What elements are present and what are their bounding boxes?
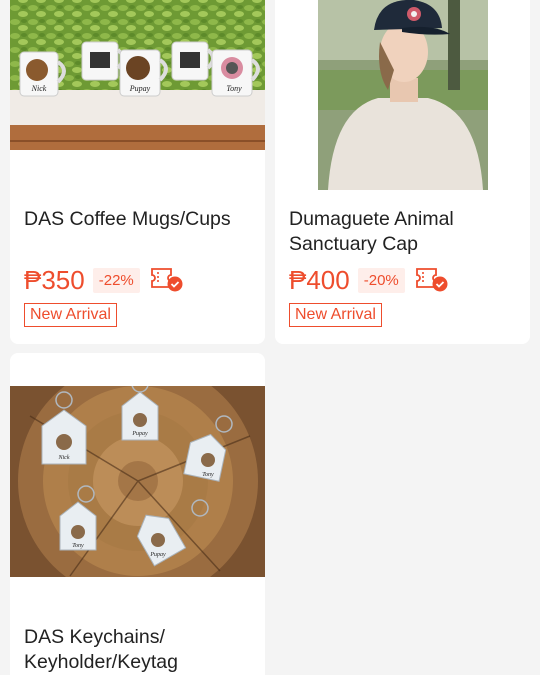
product-title-line-2: Sanctuary Cap <box>289 233 418 255</box>
new-arrival-badge: New Arrival <box>289 303 382 327</box>
product-title: DAS Coffee Mugs/Cups <box>24 208 231 230</box>
product-card-cap[interactable]: Dumaguete Animal Sanctuary Cap ₱400 -20%… <box>275 0 530 344</box>
keytag-name-5: Pupay <box>149 552 166 558</box>
product-title-line-2: Keyholder/Keytag <box>24 651 178 673</box>
keytag-name-1: Nick <box>58 455 70 461</box>
product-card-keychains[interactable]: Nick Pupay Tony Tony Pupay DAS Keychains… <box>10 353 265 675</box>
product-title: DAS Keychains/ Keyholder/Keytag <box>24 625 255 675</box>
price-row: ₱350 -22% <box>24 264 183 296</box>
price-row: ₱400 -20% <box>289 264 448 296</box>
new-arrival-badge: New Arrival <box>24 303 117 327</box>
mug-name-1: Nick <box>31 84 47 93</box>
keytag-name-2: Pupay <box>131 431 148 437</box>
voucher-check-icon <box>415 268 448 292</box>
product-title-line-1: DAS Keychains/ <box>24 626 165 648</box>
keytag-name-4: Tony <box>72 543 84 549</box>
product-price: ₱400 <box>289 265 350 295</box>
product-image-mugs: Nick Pupay Tony <box>10 0 265 158</box>
voucher-check-icon <box>150 268 183 292</box>
product-title-line-1: Dumaguete Animal <box>289 208 454 230</box>
product-image-keychains: Nick Pupay Tony Tony Pupay <box>10 386 265 577</box>
product-title: Dumaguete Animal Sanctuary Cap <box>289 207 520 257</box>
discount-badge: -20% <box>357 267 405 293</box>
keytag-name-3: Tony <box>202 472 214 478</box>
mug-name-3: Pupay <box>129 84 151 93</box>
mug-name-5: Tony <box>226 84 242 93</box>
discount-badge: -22% <box>92 267 140 293</box>
product-price: ₱350 <box>24 265 85 295</box>
product-card-mugs[interactable]: Nick Pupay Tony DAS Coffee Mugs/Cups ₱35… <box>10 0 265 344</box>
product-image-cap <box>318 0 488 190</box>
